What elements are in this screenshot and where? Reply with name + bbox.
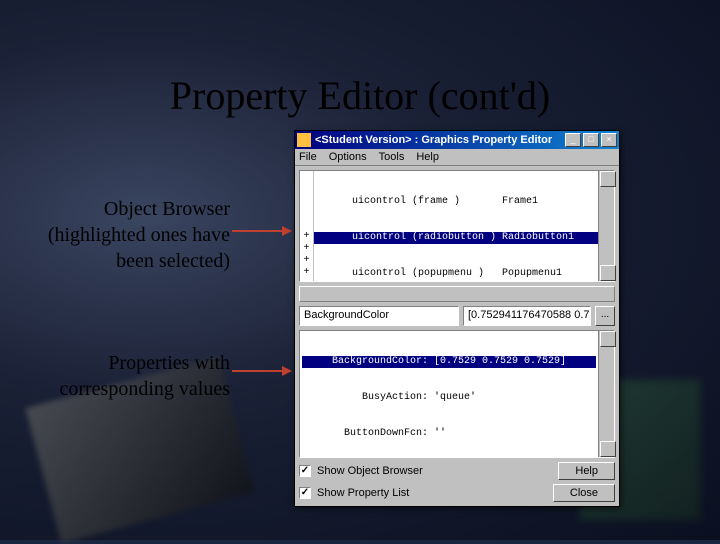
list-item[interactable]: BusyAction: 'queue' [302, 392, 596, 404]
tree-expand-column[interactable]: + + + + [300, 171, 314, 281]
show-browser-checkbox[interactable] [299, 465, 311, 477]
property-edit-row: BackgroundColor [0.752941176470588 0.752… [299, 306, 615, 326]
annotation-object-browser: Object Browser (highlighted ones have be… [20, 196, 230, 274]
window-title: <Student Version> : Graphics Property Ed… [315, 134, 563, 146]
show-browser-label: Show Object Browser [317, 465, 552, 477]
show-proplist-label: Show Property List [317, 487, 547, 499]
list-item[interactable]: ButtonDownFcn: '' [302, 428, 596, 440]
bottom-row-1: Show Object Browser Help [299, 462, 615, 480]
list-item[interactable]: uicontrol (popupmenu ) Popupmenu1 [314, 268, 598, 280]
menu-options[interactable]: Options [329, 151, 367, 163]
browser-scrollbar[interactable] [598, 171, 614, 281]
minimize-button[interactable]: _ [565, 133, 581, 147]
menu-file[interactable]: File [299, 151, 317, 163]
bottom-row-2: Show Property List Close [299, 484, 615, 502]
list-item[interactable]: uicontrol (radiobutton ) Radiobutton1 [314, 232, 598, 244]
annotation-properties: Properties with corresponding values [20, 350, 230, 402]
help-button[interactable]: Help [558, 462, 615, 480]
arrow-to-properties [232, 370, 290, 372]
object-browser-panel: + + + + uicontrol (frame ) Frame1 uicont… [299, 170, 615, 282]
menu-tools[interactable]: Tools [379, 151, 405, 163]
property-value-field[interactable]: [0.752941176470588 0.75294 [463, 306, 591, 326]
property-name-field[interactable]: BackgroundColor [299, 306, 459, 326]
browser-hscrollbar[interactable] [299, 286, 615, 302]
maximize-button[interactable]: □ [583, 133, 599, 147]
list-item[interactable]: BackgroundColor: [0.7529 0.7529 0.7529] [302, 356, 596, 368]
app-icon [297, 133, 311, 147]
list-item[interactable]: uicontrol (frame ) Frame1 [314, 196, 598, 208]
slide-title: Property Editor (cont'd) [0, 72, 720, 119]
property-list[interactable]: BackgroundColor: [0.7529 0.7529 0.7529] … [300, 331, 598, 457]
menubar: File Options Tools Help [295, 149, 619, 166]
ellipsis-button[interactable]: ... [595, 306, 615, 326]
menu-help[interactable]: Help [416, 151, 439, 163]
close-button[interactable]: × [601, 133, 617, 147]
show-proplist-checkbox[interactable] [299, 487, 311, 499]
titlebar[interactable]: <Student Version> : Graphics Property Ed… [295, 131, 619, 149]
close-window-button[interactable]: Close [553, 484, 615, 502]
property-list-panel: BackgroundColor: [0.7529 0.7529 0.7529] … [299, 330, 615, 458]
object-browser-list[interactable]: uicontrol (frame ) Frame1 uicontrol (rad… [314, 171, 598, 281]
property-editor-window: <Student Version> : Graphics Property Ed… [294, 130, 620, 507]
arrow-to-browser [232, 230, 290, 232]
proplist-scrollbar[interactable] [598, 331, 614, 457]
